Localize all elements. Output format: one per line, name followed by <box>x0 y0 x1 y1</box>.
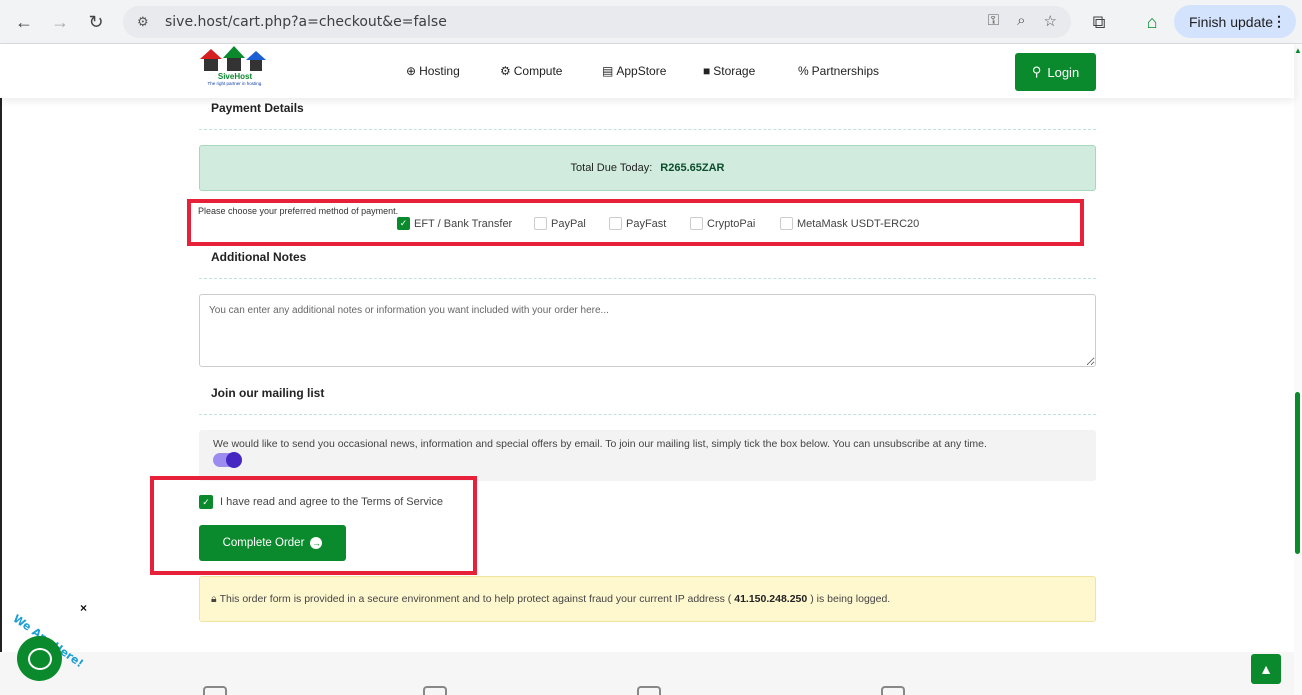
payment-details-title: Payment Details <box>211 101 304 115</box>
nav-partnerships[interactable]: % Partnerships <box>798 64 879 78</box>
footer-icon <box>637 686 661 695</box>
total-amount: R265.65ZAR <box>660 162 725 174</box>
login-button[interactable]: ⚲ Login <box>1015 53 1096 91</box>
payment-option-label: CryptoPai <box>707 217 756 230</box>
nav-appstore-label: AppStore <box>616 64 667 78</box>
menu-icon[interactable]: ⋮ <box>1272 13 1286 30</box>
chat-button[interactable] <box>17 636 62 681</box>
total-due-box: Total Due Today: R265.65ZAR <box>199 145 1096 191</box>
user-icon: ⚲ <box>1031 64 1042 79</box>
payment-option-metamask[interactable]: MetaMask USDT-ERC20 <box>780 217 919 230</box>
site-logo[interactable]: SiveHost The right partner in hosting. <box>200 46 270 93</box>
complete-order-button[interactable]: Complete Order → <box>199 525 346 561</box>
payment-option-payfast[interactable]: PayFast <box>609 217 690 230</box>
finish-update-label: Finish update <box>1189 13 1274 30</box>
footer-icon <box>423 686 447 695</box>
tos-agreement[interactable]: ✓ I have read and agree to the Terms of … <box>199 495 443 509</box>
checkbox-checked-icon[interactable]: ✓ <box>397 217 410 230</box>
star-icon[interactable]: ☆ <box>1044 12 1057 30</box>
nav-compute[interactable]: ⚙ Compute <box>500 64 602 78</box>
mailing-list-title: Join our mailing list <box>211 386 325 400</box>
chat-close-icon[interactable]: × <box>80 601 87 615</box>
payment-option-cryptopai[interactable]: CryptoPai <box>690 217 780 230</box>
nav-hosting-label: Hosting <box>419 64 460 78</box>
secure-text-before: This order form is provided in a secure … <box>219 593 732 605</box>
complete-order-label: Complete Order <box>222 537 305 549</box>
nav-storage[interactable]: ■ Storage <box>703 64 798 78</box>
divider <box>199 129 1096 130</box>
total-label: Total Due Today: <box>570 162 653 174</box>
cog-icon: ⚙ <box>500 64 511 78</box>
site-info-icon[interactable]: ⚙ <box>137 14 153 30</box>
nav-hosting[interactable]: ⊕ Hosting <box>406 64 500 78</box>
window-edge <box>0 44 2 695</box>
scroll-up-arrow-icon[interactable]: ▲ <box>1294 46 1302 55</box>
footer-icon <box>203 686 227 695</box>
checkbox-icon[interactable] <box>690 217 703 230</box>
payment-option-label: PayPal <box>551 217 586 230</box>
notes-textarea[interactable] <box>199 294 1096 367</box>
ip-address: 41.150.248.250 <box>734 593 808 605</box>
additional-notes-title: Additional Notes <box>211 250 307 264</box>
url-text[interactable]: sive.host/cart.php?a=checkout&e=false <box>165 14 447 30</box>
divider <box>199 414 1096 415</box>
mailing-list-box: We would like to send you occasional new… <box>199 430 1096 481</box>
main-nav: ⊕ Hosting ⚙ Compute ▤ AppStore ■ Storage… <box>406 64 879 78</box>
extensions-icon[interactable]: ⧉ <box>1087 10 1111 34</box>
payment-option-paypal[interactable]: PayPal <box>534 217 609 230</box>
forward-icon[interactable]: → <box>48 10 72 34</box>
zoom-icon[interactable]: ⌕ <box>1017 12 1025 30</box>
checkbox-icon[interactable] <box>534 217 547 230</box>
footer-icon <box>881 686 905 695</box>
scroll-top-button[interactable]: ▲ <box>1251 654 1281 684</box>
key-icon[interactable]: ⚿ <box>988 12 999 30</box>
nav-appstore[interactable]: ▤ AppStore <box>602 64 703 78</box>
page-scrollbar[interactable]: ▲ <box>1294 44 1302 695</box>
finish-update-button[interactable]: Finish update ⋮ <box>1174 5 1296 38</box>
address-bar[interactable]: ⚙ sive.host/cart.php?a=checkout&e=false … <box>123 6 1071 38</box>
chat-bubble-icon <box>27 647 52 670</box>
nav-storage-label: Storage <box>713 64 756 78</box>
nav-compute-label: Compute <box>513 64 563 78</box>
globe-icon: ⊕ <box>406 64 417 78</box>
checkbox-icon[interactable] <box>780 217 793 230</box>
logo-name: SiveHost <box>217 72 253 81</box>
lock-icon: 🔒︎ <box>211 592 217 605</box>
secure-text-after: ) is being logged. <box>810 593 891 605</box>
logo-tagline: The right partner in hosting. <box>207 81 263 86</box>
divider <box>199 278 1096 279</box>
site-header: SiveHost The right partner in hosting. ⊕… <box>0 44 1294 98</box>
rocket-icon: ▲ <box>1259 661 1273 677</box>
logo-houses-icon <box>200 46 270 71</box>
login-label: Login <box>1047 64 1080 80</box>
payment-method-group: ✓ EFT / Bank Transfer PayPal PayFast Cry… <box>397 217 919 230</box>
box-icon: ■ <box>703 64 711 78</box>
reload-icon[interactable]: ↻ <box>84 10 108 34</box>
database-icon: ▤ <box>602 64 614 78</box>
scroll-thumb[interactable] <box>1295 392 1300 554</box>
back-icon[interactable]: ← <box>12 10 36 34</box>
nav-partnerships-label: Partnerships <box>811 64 880 78</box>
payment-option-label: PayFast <box>626 217 667 230</box>
arrow-right-circle-icon: → <box>310 537 323 549</box>
percent-icon: % <box>798 64 809 78</box>
payment-option-eft[interactable]: ✓ EFT / Bank Transfer <box>397 217 534 230</box>
payment-option-label: EFT / Bank Transfer <box>414 217 513 230</box>
mailing-list-text: We would like to send you occasional new… <box>213 438 987 450</box>
tos-label: I have read and agree to the Terms of Se… <box>220 496 443 508</box>
mailing-list-toggle[interactable] <box>213 452 242 468</box>
profile-icon[interactable]: ⌂ <box>1140 10 1164 34</box>
secure-notice: 🔒︎ This order form is provided in a secu… <box>199 576 1096 622</box>
tos-checkbox-icon[interactable]: ✓ <box>199 495 213 509</box>
payment-method-prompt: Please choose your preferred method of p… <box>198 206 399 216</box>
checkbox-icon[interactable] <box>609 217 622 230</box>
payment-option-label: MetaMask USDT-ERC20 <box>797 217 920 230</box>
browser-toolbar: ← → ↻ ⚙ sive.host/cart.php?a=checkout&e=… <box>0 0 1302 44</box>
toggle-knob <box>226 452 242 468</box>
